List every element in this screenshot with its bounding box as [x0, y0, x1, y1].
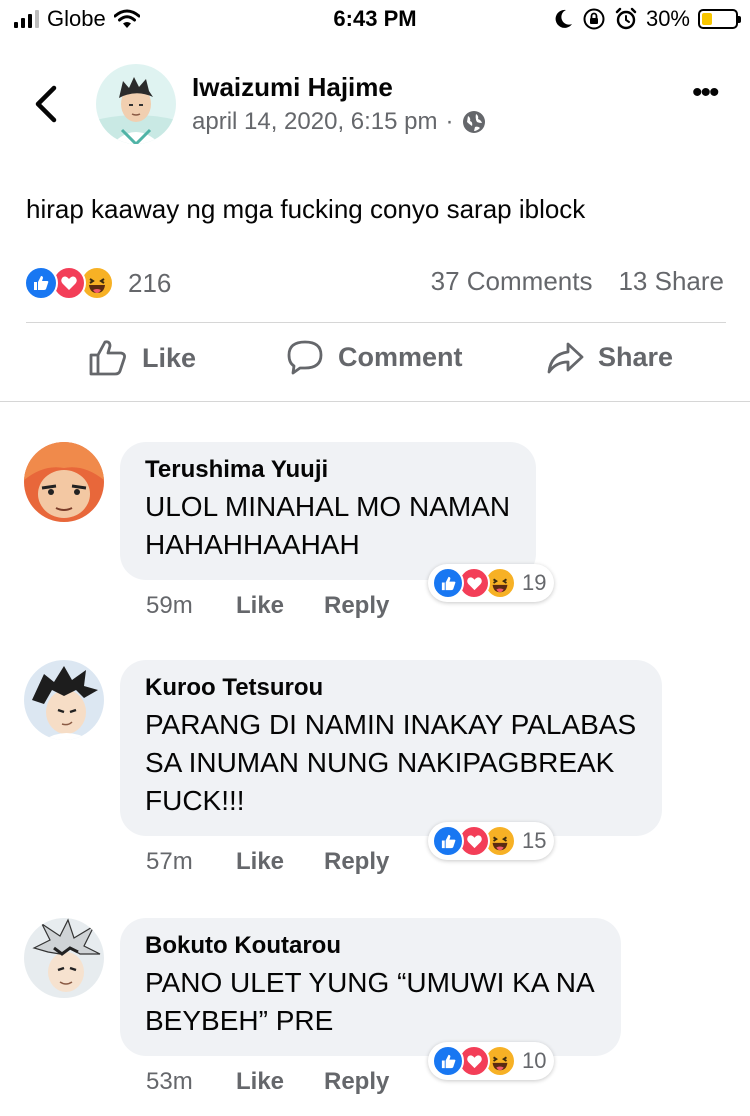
comment-like-button[interactable]: Like — [236, 848, 324, 876]
post-text: hirap kaaway ng mga fucking conyo sarap … — [26, 194, 586, 224]
comment-text: PANO ULET YUNG “UMUWI KA NA BEYBEH” PRE — [145, 967, 595, 1036]
comment-text: ULOL MINAHAL MO NAMAN HAHAHHAAHAH — [145, 491, 511, 560]
comment-like-button[interactable]: Like — [236, 592, 324, 620]
status-bar-right: 30% — [552, 6, 741, 32]
status-bar: Globe 6:43 PM 30% — [0, 0, 750, 40]
like-reaction-icon — [432, 1045, 464, 1077]
comment-reaction-count: 10 — [522, 1048, 547, 1073]
commenter-avatar-image — [24, 660, 104, 740]
engagement-counts: 37 Comments 13 Share — [431, 266, 724, 297]
post-author-name[interactable]: Iwaizumi Hajime — [192, 72, 393, 103]
meta-separator: · — [445, 108, 454, 135]
comment-reply-button[interactable]: Reply — [324, 848, 389, 876]
comment-like-button[interactable]: Like — [236, 1068, 324, 1096]
comment-reply-button[interactable]: Reply — [324, 592, 389, 620]
comment-bubble[interactable]: Kuroo Tetsurou PARANG DI NAMIN INAKAY PA… — [120, 660, 663, 836]
comment-bubble[interactable]: Bokuto Koutarou PANO ULET YUNG “UMUWI KA… — [120, 918, 621, 1056]
comment-reaction-count: 15 — [522, 828, 547, 853]
battery-level — [702, 13, 712, 25]
commenter-avatar[interactable] — [24, 442, 104, 522]
comment-time[interactable]: 53m — [146, 1068, 236, 1096]
comment-time[interactable]: 57m — [146, 848, 236, 876]
like-button[interactable]: Like — [88, 338, 196, 378]
share-button[interactable]: Share — [546, 338, 673, 376]
post-timestamp[interactable]: april 14, 2020, 6:15 pm — [192, 108, 438, 136]
comment-footer: 53m Like Reply — [146, 1068, 389, 1096]
post-meta: april 14, 2020, 6:15 pm · — [192, 108, 486, 136]
comment-bubble-icon — [287, 340, 323, 375]
globe-icon — [462, 111, 485, 133]
like-reaction-icon — [24, 266, 58, 300]
battery-percent: 30% — [645, 6, 690, 31]
comments-count[interactable]: 37 Comments — [431, 266, 593, 297]
back-arrow-icon[interactable] — [30, 84, 64, 124]
alarm-icon — [615, 7, 637, 30]
like-button-label: Like — [142, 342, 197, 373]
shares-count[interactable]: 13 Share — [618, 266, 724, 297]
post-reactions[interactable]: 216 — [24, 266, 171, 300]
comment-reaction-count: 19 — [522, 570, 547, 595]
comment-time[interactable]: 59m — [146, 592, 236, 620]
comment-reactions[interactable]: 10 — [428, 1042, 555, 1080]
commenter-avatar[interactable] — [24, 660, 104, 740]
comment-button[interactable]: Comment — [286, 338, 463, 376]
comment-text: PARANG DI NAMIN INAKAY PALABAS SA INUMAN… — [145, 709, 637, 816]
moon-icon — [555, 9, 572, 28]
commenter-avatar[interactable] — [24, 918, 104, 998]
section-divider — [0, 401, 750, 402]
comment-reactions[interactable]: 19 — [428, 564, 555, 602]
commenter-name[interactable]: Kuroo Tetsurou — [145, 674, 636, 702]
share-arrow-icon — [547, 342, 584, 374]
commenter-avatar-image — [24, 918, 104, 998]
comment-reply-button[interactable]: Reply — [324, 1068, 389, 1096]
reaction-count: 216 — [128, 267, 172, 298]
like-reaction-icon — [432, 825, 464, 857]
commenter-name[interactable]: Bokuto Koutarou — [145, 932, 595, 960]
comment-button-label: Comment — [338, 341, 463, 372]
divider — [26, 322, 726, 323]
comment-footer: 57m Like Reply — [146, 848, 389, 876]
comment-footer: 59m Like Reply — [146, 592, 389, 620]
commenter-avatar-image — [24, 442, 104, 522]
author-avatar[interactable] — [96, 64, 176, 144]
like-reaction-icon — [432, 567, 464, 599]
more-options-icon[interactable]: ••• — [692, 76, 719, 110]
author-avatar-image — [96, 64, 176, 144]
share-button-label: Share — [598, 341, 674, 372]
orientation-lock-icon — [583, 8, 605, 30]
comment-bubble[interactable]: Terushima Yuuji ULOL MINAHAL MO NAMAN HA… — [120, 442, 537, 580]
battery-charging-icon — [698, 9, 741, 29]
comment-reactions[interactable]: 15 — [428, 822, 555, 860]
post-action-bar: Like Comment Share — [0, 338, 750, 388]
thumbs-up-icon — [89, 340, 126, 376]
commenter-name[interactable]: Terushima Yuuji — [145, 456, 510, 484]
